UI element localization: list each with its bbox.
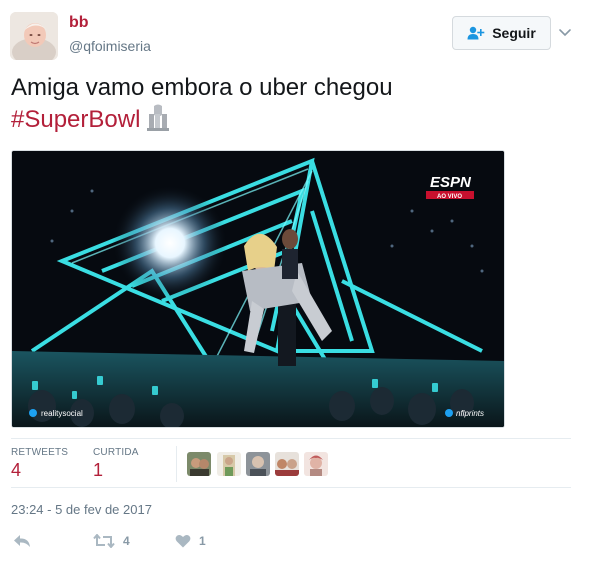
liker-avatar[interactable] bbox=[246, 452, 270, 476]
liker-avatar[interactable] bbox=[275, 452, 299, 476]
watermark-right: nflprints bbox=[456, 409, 484, 418]
liker-avatar[interactable] bbox=[304, 452, 328, 476]
chevron-down-icon[interactable] bbox=[557, 26, 573, 40]
author-username[interactable]: @qfoimiseria bbox=[69, 38, 151, 54]
likes-label: CURTIDA bbox=[93, 447, 139, 458]
tweet-media-image[interactable]: ESPN AO VIVO realitysocial nflprints bbox=[11, 150, 505, 428]
live-tag: AO VIVO bbox=[437, 194, 462, 200]
retweets-label: RETWEETS bbox=[11, 447, 69, 458]
retweet-button[interactable]: 4 bbox=[93, 534, 130, 548]
retweets-count[interactable]: 4 bbox=[11, 460, 21, 481]
divider bbox=[11, 487, 571, 488]
follow-button-label: Seguir bbox=[492, 25, 536, 41]
retweet-icon bbox=[93, 534, 115, 548]
add-user-icon bbox=[467, 26, 485, 40]
author-avatar[interactable] bbox=[10, 12, 58, 60]
watermark-left: realitysocial bbox=[41, 409, 83, 418]
follow-button[interactable]: Seguir bbox=[452, 16, 551, 50]
super-bowl-logo-icon bbox=[147, 104, 170, 131]
tweet-text-line: Amiga vamo embora o uber chegou bbox=[11, 74, 393, 101]
avatar-image bbox=[10, 12, 58, 60]
espn-logo-text: ESPN bbox=[430, 174, 472, 191]
tweet-text: Amiga vamo embora o uber chegou #SuperBo… bbox=[11, 72, 581, 136]
like-button[interactable]: 1 bbox=[175, 534, 206, 548]
like-count: 1 bbox=[199, 534, 206, 548]
likes-count[interactable]: 1 bbox=[93, 460, 103, 481]
retweet-count: 4 bbox=[123, 534, 130, 548]
espn-logo: ESPN AO VIVO bbox=[426, 174, 474, 200]
tweet-timestamp[interactable]: 23:24 - 5 de fev de 2017 bbox=[11, 502, 152, 517]
hashtag-link[interactable]: #SuperBowl bbox=[11, 106, 140, 133]
stats-divider bbox=[176, 446, 177, 482]
reply-icon bbox=[14, 535, 30, 547]
author-display-name[interactable]: bb bbox=[69, 14, 89, 32]
liker-avatar[interactable] bbox=[187, 452, 211, 476]
divider bbox=[11, 438, 571, 439]
liker-avatar[interactable] bbox=[217, 452, 241, 476]
reply-button[interactable] bbox=[13, 534, 31, 548]
heart-icon bbox=[175, 534, 191, 548]
halftime-show-image: ESPN AO VIVO realitysocial nflprints bbox=[12, 151, 504, 427]
